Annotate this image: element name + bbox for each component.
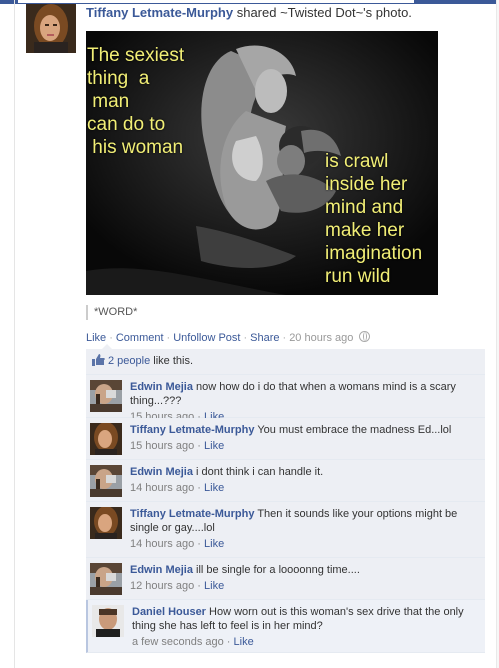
comment-body: Daniel Houser How worn out is this woman… (132, 605, 484, 649)
commenter-avatar[interactable] (90, 507, 122, 539)
like-link[interactable]: Like (86, 332, 106, 344)
likes-count-link[interactable]: 2 people (108, 355, 150, 367)
thumbs-up-icon (92, 351, 105, 376)
comment-like-link[interactable]: Like (204, 580, 224, 592)
separator: · (197, 580, 201, 592)
comment-text: You must embrace the madness Ed...lol (254, 424, 452, 436)
comment-like-link[interactable]: Like (234, 636, 254, 648)
unfollow-post-link[interactable]: Unfollow Post (173, 332, 240, 344)
comment-like-link[interactable]: Like (204, 538, 224, 550)
comment-body: Tiffany Letmate-Murphy You must embrace … (130, 423, 482, 453)
commenter-avatar[interactable] (90, 423, 122, 455)
comment-timestamp[interactable]: 12 hours ago (130, 580, 194, 592)
comment-author-link[interactable]: Edwin Mejia (130, 466, 193, 478)
comments-nub (102, 344, 112, 349)
likes-bar: 2 people like this. (86, 349, 485, 375)
comment-timestamp[interactable]: a few seconds ago (132, 636, 224, 648)
comment-timestamp[interactable]: 14 hours ago (130, 482, 194, 494)
comment-meta: 12 hours ago · Like (130, 579, 482, 593)
separator: · (243, 332, 248, 344)
top-bar-input (18, 0, 414, 3)
comment-meta: 14 hours ago · Like (130, 481, 482, 495)
comment-link[interactable]: Comment (116, 332, 164, 344)
shared-photo[interactable]: The sexiest thing a man can do to his wo… (86, 31, 438, 295)
likes-text: like this. (150, 355, 194, 367)
comment-like-link[interactable]: Like (204, 440, 224, 452)
comment-item: Tiffany Letmate-Murphy You must embrace … (86, 418, 485, 460)
post-action-text: shared ~Twisted Dot~'s photo. (233, 5, 412, 20)
commenter-avatar[interactable] (90, 465, 122, 497)
photo-text-right: is crawl inside her mind and make her im… (325, 151, 423, 287)
comment-text: ill be single for a loooonng time.... (192, 564, 360, 576)
comment-like-link[interactable]: Like (204, 482, 224, 494)
commenter-avatar[interactable] (92, 605, 124, 637)
comment-text: i dont think i can handle it. (192, 466, 324, 478)
globe-icon[interactable] (359, 331, 371, 342)
comment-author-link[interactable]: Edwin Mejia (130, 381, 193, 393)
comment-author-link[interactable]: Tiffany Letmate-Murphy (130, 508, 254, 520)
left-divider (14, 0, 15, 668)
separator: · (282, 332, 287, 344)
commenter-avatar[interactable] (90, 563, 122, 595)
post-caption: *WORD* (86, 305, 137, 320)
comment-timestamp[interactable]: 15 hours ago (130, 440, 194, 452)
separator: · (197, 538, 201, 550)
post-header: Tiffany Letmate-Murphy shared ~Twisted D… (86, 4, 496, 22)
comment-body: Tiffany Letmate-Murphy Then it sounds li… (130, 507, 482, 551)
comment-body: Edwin Mejia i dont think i can handle it… (130, 465, 482, 495)
separator: · (197, 440, 201, 452)
comment-item: Edwin Mejia now how do i do that when a … (86, 375, 485, 423)
separator: · (226, 636, 231, 648)
comment-author-link[interactable]: Tiffany Letmate-Murphy (130, 424, 254, 436)
separator: · (197, 482, 201, 494)
share-link[interactable]: Share (250, 332, 279, 344)
comment-meta: 15 hours ago · Like (130, 439, 482, 453)
separator: · (166, 332, 171, 344)
comment-body: Edwin Mejia ill be single for a loooonng… (130, 563, 482, 593)
comment-meta: a few seconds ago · Like (132, 635, 484, 649)
separator: · (109, 332, 113, 344)
comments-section: 2 people like this. Edwin Mejia now how … (86, 344, 485, 653)
photo-text-left: The sexiest thing a man can do to his wo… (87, 45, 185, 158)
poster-avatar[interactable] (26, 4, 76, 53)
comment-item-new: Daniel Houser How worn out is this woman… (86, 600, 485, 653)
comment-meta: 14 hours ago · Like (130, 537, 482, 551)
comment-timestamp[interactable]: 14 hours ago (130, 538, 194, 550)
comment-item: Edwin Mejia ill be single for a loooonng… (86, 558, 485, 600)
comment-item: Tiffany Letmate-Murphy Then it sounds li… (86, 502, 485, 558)
post-timestamp[interactable]: 20 hours ago (289, 332, 353, 344)
post-actions: Like · Comment · Unfollow Post · Share · 20 hour… (86, 331, 371, 345)
comment-author-link[interactable]: Daniel Houser (132, 606, 206, 618)
commenter-avatar[interactable] (90, 380, 122, 412)
post-author-link[interactable]: Tiffany Letmate-Murphy (86, 5, 233, 20)
comment-author-link[interactable]: Edwin Mejia (130, 564, 193, 576)
comment-item: Edwin Mejia i dont think i can handle it… (86, 460, 485, 502)
